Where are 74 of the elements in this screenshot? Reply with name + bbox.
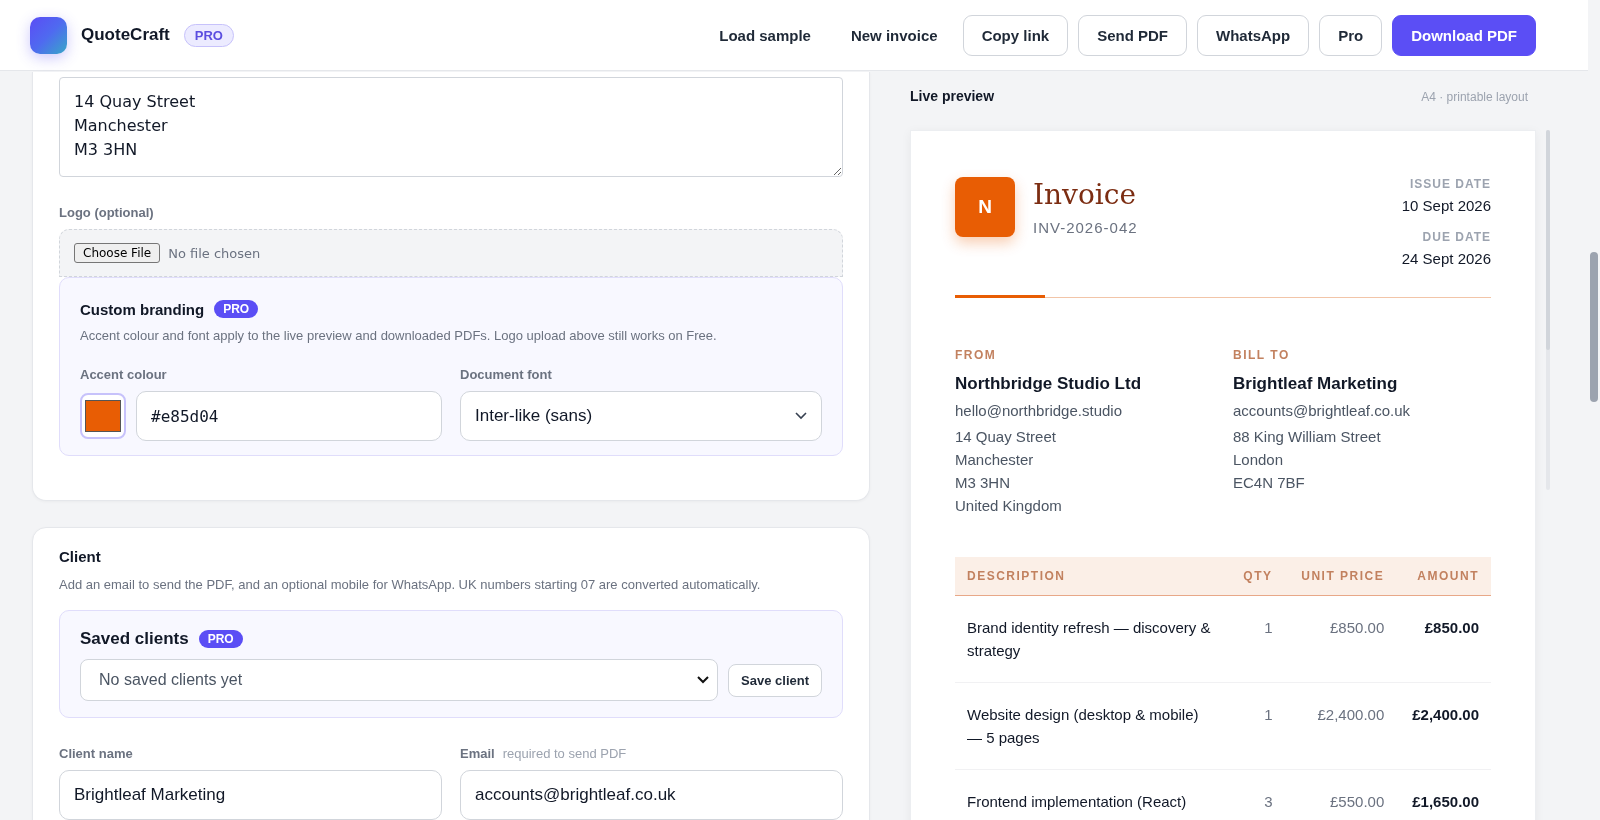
- table-cell: 3: [1264, 793, 1273, 810]
- invoice-title: Invoice: [1033, 177, 1137, 213]
- preview-note: A4 · printable layout: [1421, 90, 1528, 104]
- font-select[interactable]: Inter-like (sans): [460, 391, 822, 441]
- address-line: 88 King William Street: [1233, 427, 1382, 447]
- logo-letter: N: [955, 177, 1015, 237]
- choose-file-button[interactable]: Choose File: [74, 243, 161, 263]
- file-status: No file chosen: [168, 245, 261, 261]
- header-button[interactable]: Send PDF: [1078, 14, 1187, 56]
- table-cell: Website design (desktop & mobile) — 5 pages: [967, 706, 1199, 746]
- field-label: Accent colour: [80, 367, 168, 382]
- table-cell: 1: [1264, 619, 1273, 636]
- party-email: accounts@brightleaf.co.uk: [1233, 402, 1411, 419]
- address-line: EC4N 7BF: [1233, 473, 1306, 493]
- table-cell: £2,400.00: [1412, 706, 1479, 723]
- scrollbar[interactable]: [1546, 130, 1550, 490]
- header-button[interactable]: WhatsApp: [1197, 14, 1310, 56]
- save-client-button[interactable]: Save client: [728, 663, 822, 697]
- field-label: Document font: [460, 367, 553, 382]
- header-button[interactable]: Pro: [1319, 14, 1383, 56]
- header-button[interactable]: Load sample: [704, 14, 826, 56]
- column-header: AMOUNT: [1396, 557, 1491, 596]
- saved-clients-select[interactable]: No saved clients yet: [80, 659, 719, 701]
- column-header: QTY: [1229, 557, 1285, 596]
- field-label: Client name: [59, 746, 134, 761]
- section-title: Client: [59, 548, 102, 565]
- section-description: Accent colour and font apply to the live preview and downloaded PDFs. Logo upload above still works on Free.: [80, 328, 718, 343]
- address-line: M3 3HN: [955, 473, 1011, 493]
- party-label: BILL TO: [1233, 348, 1291, 362]
- pro-badge: PRO: [183, 23, 234, 47]
- party-email: hello@northbridge.studio: [955, 402, 1123, 419]
- table-cell: £850.00: [1330, 619, 1385, 636]
- pro-badge: PRO: [198, 630, 243, 648]
- client-email-field[interactable]: accounts@brightleaf.co.uk: [460, 770, 843, 820]
- party-name: Northbridge Studio Ltd: [955, 374, 1143, 394]
- section-description: Add an email to send the PDF, and an optional mobile for WhatsApp. UK numbers starting 07 are converted automatically.: [59, 577, 762, 592]
- accent-colour-field[interactable]: #e85d04: [136, 391, 442, 441]
- pro-badge: PRO: [214, 300, 259, 318]
- column-header: UNIT PRICE: [1284, 557, 1397, 596]
- section-title: Custom branding: [80, 300, 205, 318]
- client-name-field[interactable]: Brightleaf Marketing: [59, 770, 442, 820]
- table-cell: £2,400.00: [1317, 706, 1385, 723]
- date-value: 24 Sept 2026: [1401, 250, 1491, 267]
- table-cell: 1: [1264, 706, 1273, 723]
- field-hint: required to send PDF: [502, 746, 627, 761]
- date-label: ISSUE DATE: [1408, 177, 1491, 191]
- field-label: Logo (optional): [59, 205, 155, 220]
- party-name: Brightleaf Marketing: [1233, 374, 1399, 394]
- column-header: DESCRIPTION: [955, 557, 1229, 596]
- address-field[interactable]: 14 Quay Street Manchester M3 3HN: [59, 77, 843, 177]
- date-value: 10 Sept 2026: [1401, 197, 1491, 214]
- header-button[interactable]: Download PDF: [1392, 14, 1536, 56]
- table-cell: £850.00: [1424, 619, 1479, 636]
- header-button[interactable]: Copy link: [962, 14, 1069, 56]
- address-line: 14 Quay Street: [955, 427, 1057, 447]
- header-button[interactable]: New invoice: [835, 14, 953, 56]
- chevron-down-icon: [697, 676, 710, 684]
- table-cell: Frontend implementation (React): [967, 793, 1187, 810]
- section-title: Saved clients: [80, 629, 189, 649]
- table-cell: £1,650.00: [1412, 793, 1479, 810]
- field-label: Email: [460, 746, 495, 761]
- brand-name: QuoteCraft: [81, 25, 170, 45]
- chevron-down-icon: [795, 412, 807, 420]
- party-label: FROM: [955, 348, 998, 362]
- address-line: Manchester: [955, 450, 1035, 470]
- table-cell: £550.00: [1330, 793, 1385, 810]
- date-label: DUE DATE: [1421, 230, 1491, 244]
- invoice-number: INV-2026-042: [1033, 219, 1139, 236]
- app-logo-icon: [30, 16, 67, 54]
- color-picker[interactable]: [80, 393, 126, 439]
- address-line: United Kingdom: [955, 496, 1063, 516]
- preview-title: Live preview: [910, 88, 995, 104]
- address-line: London: [1233, 450, 1285, 470]
- table-cell: Brand identity refresh — discovery & strategy: [967, 619, 1211, 659]
